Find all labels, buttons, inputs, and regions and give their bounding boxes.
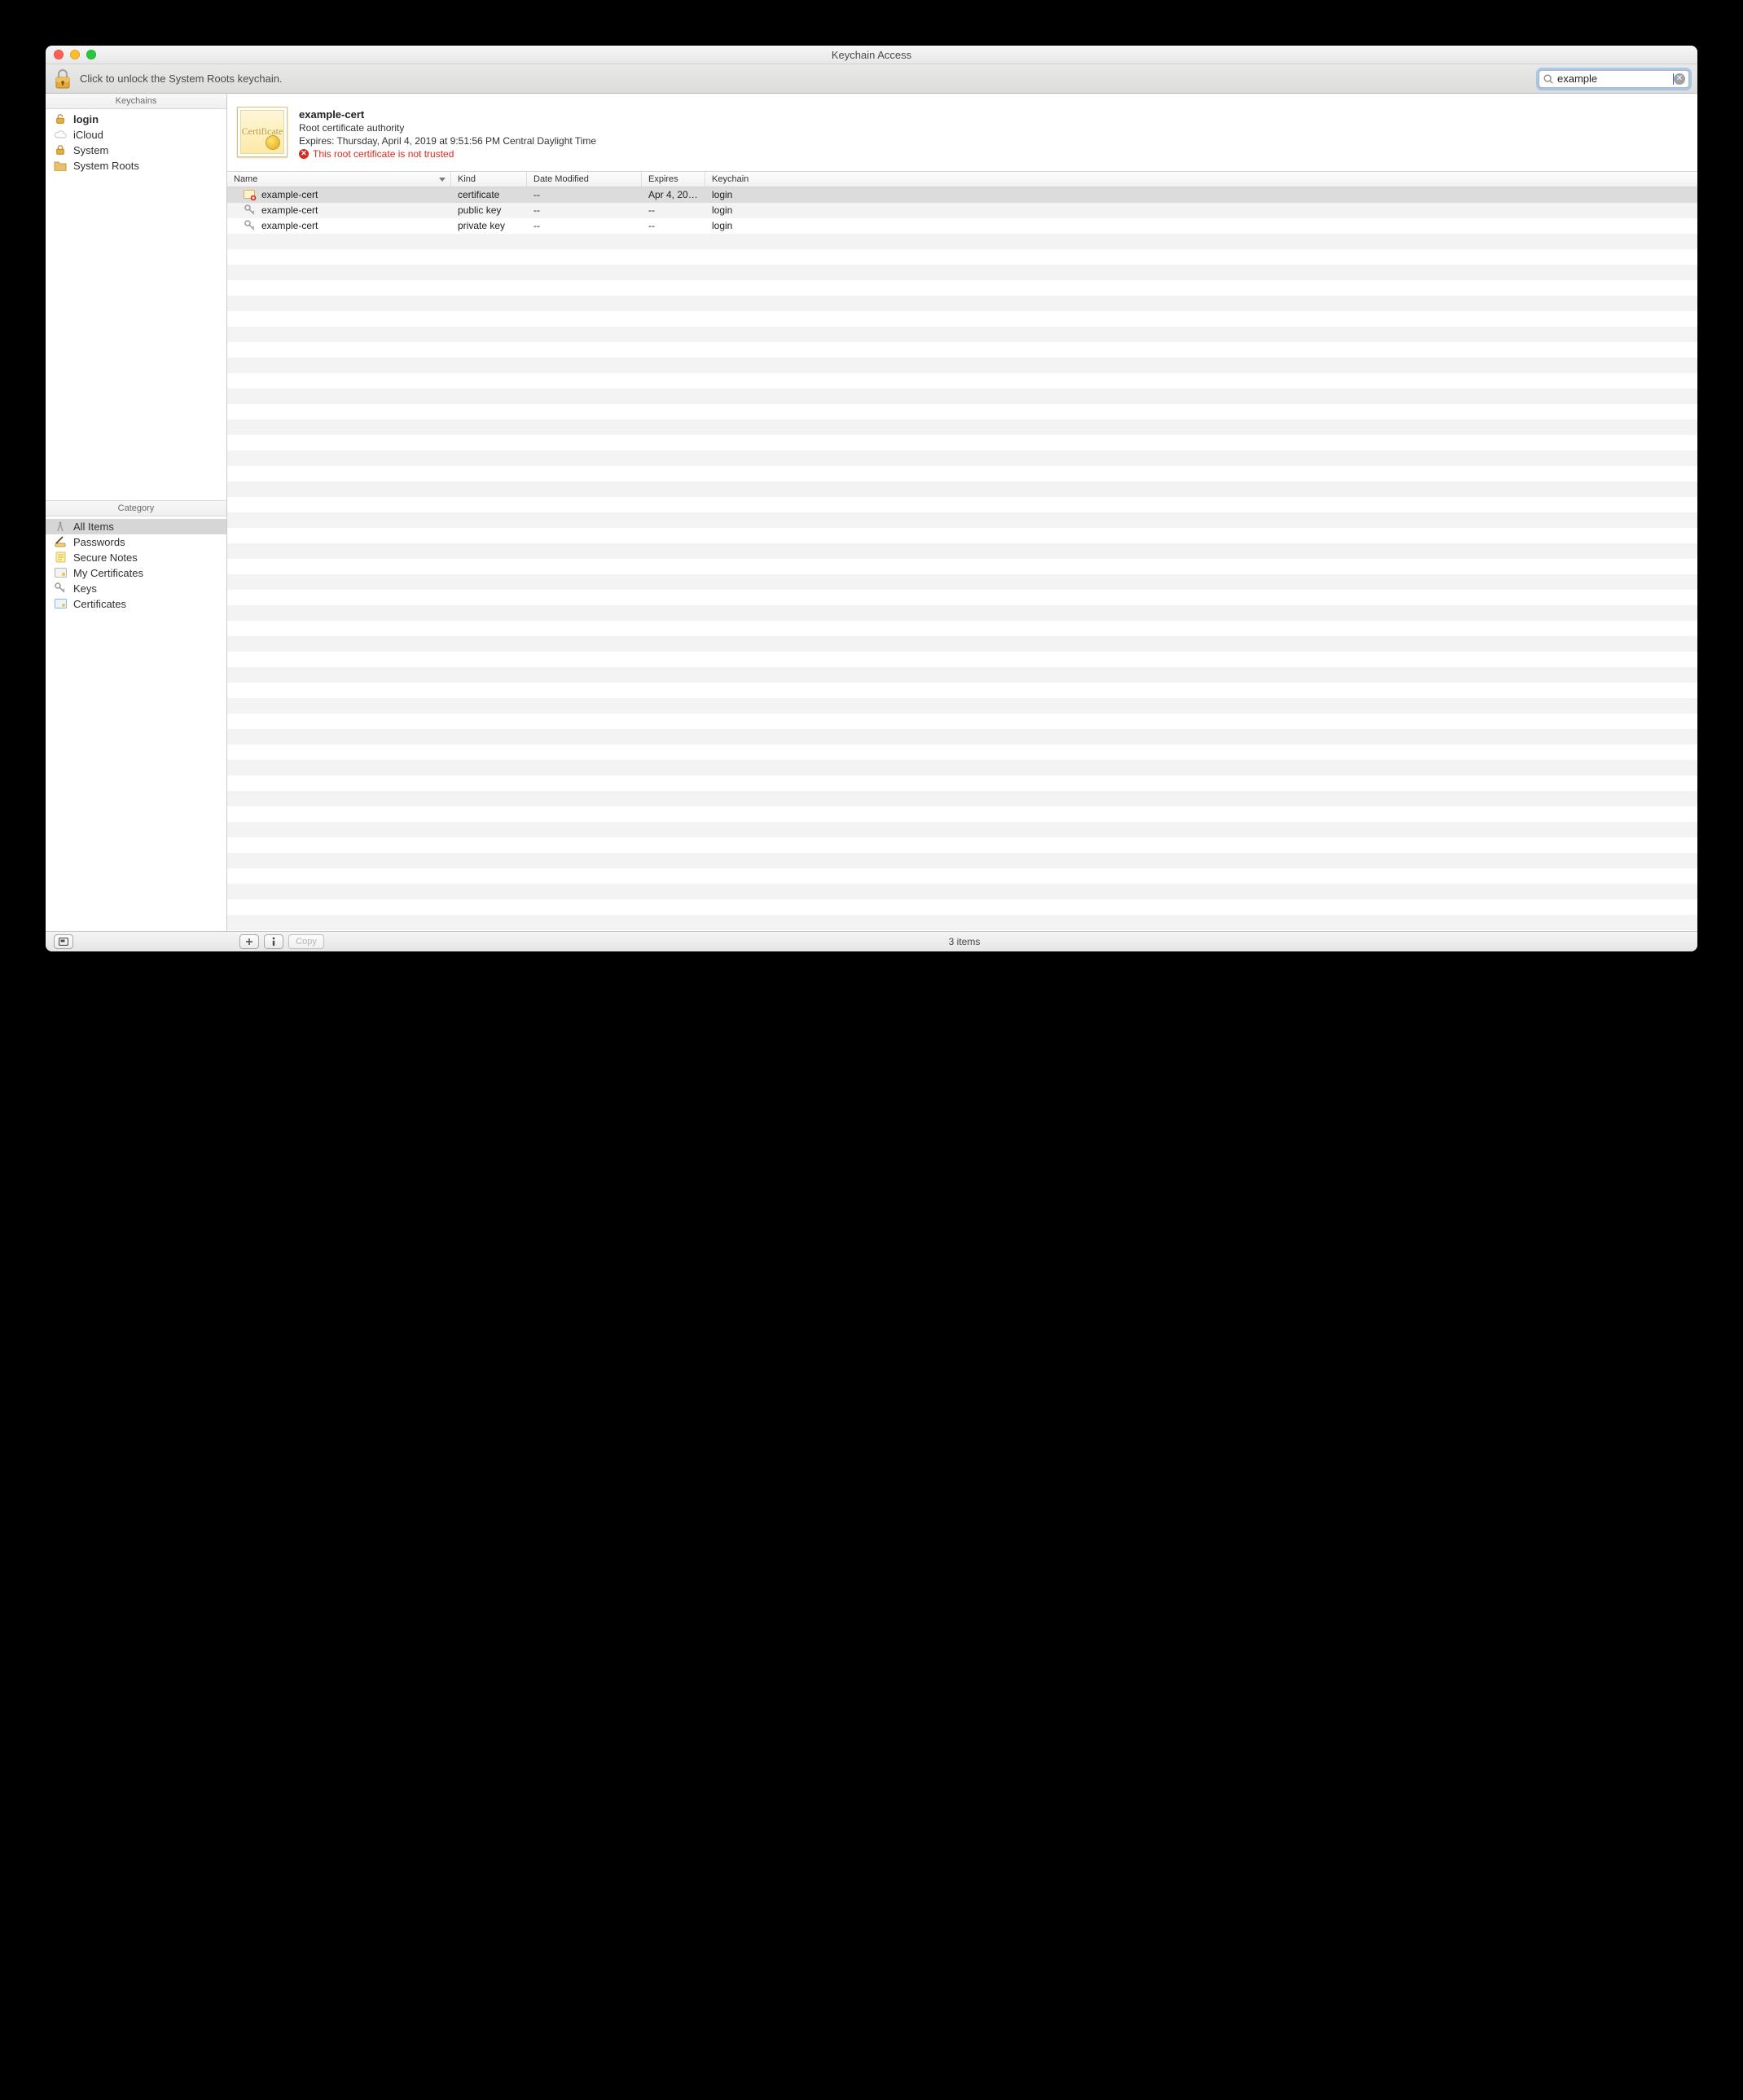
- col-kind[interactable]: Kind: [451, 172, 527, 187]
- category-label: All Items: [73, 521, 114, 533]
- search-text: example: [1554, 72, 1673, 85]
- items-table: Name Kind Date Modified Expires Keychain: [227, 172, 1697, 931]
- cell-modified: --: [527, 220, 642, 231]
- category-header: Category: [46, 501, 226, 516]
- category-keys[interactable]: Keys: [46, 581, 226, 596]
- category-secure-notes[interactable]: Secure Notes: [46, 550, 226, 565]
- copy-label: Copy: [296, 937, 317, 947]
- clear-search-button[interactable]: ✕: [1674, 73, 1685, 85]
- keychain-label: System: [73, 144, 108, 156]
- table-row[interactable]: example-cert private key -- -- login: [227, 218, 1697, 234]
- col-modified[interactable]: Date Modified: [527, 172, 642, 187]
- detail-pane: Certificate example-cert Root certificat…: [227, 94, 1697, 172]
- certificate-icon: [54, 597, 67, 610]
- keychains-header: Keychains: [46, 94, 226, 109]
- cell-expires: Apr 4, 2019…: [642, 189, 705, 200]
- cell-kind: public key: [451, 204, 527, 216]
- category-label: Passwords: [73, 536, 125, 548]
- category-label: Certificates: [73, 598, 126, 610]
- keychain-label: login: [73, 113, 99, 125]
- trust-warning-text: This root certificate is not trusted: [313, 148, 454, 160]
- cell-name: example-cert: [261, 204, 318, 216]
- note-icon: [54, 551, 67, 564]
- detail-subtitle: Root certificate authority: [299, 122, 596, 134]
- search-icon: [1543, 73, 1554, 85]
- cell-expires: --: [642, 204, 705, 216]
- keychain-label: System Roots: [73, 160, 139, 172]
- status-bar: Copy 3 items: [46, 931, 1697, 951]
- table-header: Name Kind Date Modified Expires Keychain: [227, 172, 1697, 187]
- toolbar: Click to unlock the System Roots keychai…: [46, 64, 1697, 93]
- detail-title: example-cert: [299, 108, 596, 121]
- table-row[interactable]: example-cert certificate -- Apr 4, 2019……: [227, 187, 1697, 203]
- info-button[interactable]: [264, 934, 283, 949]
- keychain-system-roots[interactable]: System Roots: [46, 158, 226, 174]
- keychain-login[interactable]: login: [46, 112, 226, 127]
- search-input[interactable]: example ✕: [1539, 70, 1689, 88]
- cell-keychain: login: [705, 189, 1697, 200]
- cell-name: example-cert: [261, 189, 318, 200]
- detail-expires: Expires: Thursday, April 4, 2019 at 9:51…: [299, 135, 596, 147]
- category-label: Secure Notes: [73, 551, 138, 564]
- category-all-items[interactable]: All Items: [46, 519, 226, 534]
- key-icon: [244, 219, 257, 232]
- category-certificates[interactable]: Certificates: [46, 596, 226, 612]
- seal-icon: [266, 135, 280, 150]
- key-icon: [54, 582, 67, 595]
- toolbar-hint: Click to unlock the System Roots keychai…: [80, 72, 283, 85]
- cell-name: example-cert: [261, 220, 318, 231]
- category-label: Keys: [73, 582, 97, 595]
- folder-icon: [54, 159, 67, 172]
- key-icon: [244, 204, 257, 217]
- col-name[interactable]: Name: [227, 172, 451, 187]
- cell-kind: certificate: [451, 189, 527, 200]
- col-expires[interactable]: Expires: [642, 172, 705, 187]
- cell-kind: private key: [451, 220, 527, 231]
- table-row[interactable]: example-cert public key -- -- login: [227, 203, 1697, 218]
- col-keychain[interactable]: Keychain: [705, 172, 1697, 187]
- add-button[interactable]: [239, 934, 259, 949]
- category-my-certificates[interactable]: My Certificates: [46, 565, 226, 581]
- certificate-thumbnail: Certificate: [237, 107, 288, 157]
- keychain-icloud[interactable]: iCloud: [46, 127, 226, 143]
- trust-warning: ✕ This root certificate is not trusted: [299, 148, 596, 160]
- zoom-window-button[interactable]: [86, 50, 96, 59]
- keychain-label: iCloud: [73, 129, 103, 141]
- certificate-error-icon: [244, 188, 257, 201]
- locked-icon: [54, 143, 67, 156]
- titlebar: Keychain Access: [46, 46, 1697, 64]
- copy-button[interactable]: Copy: [288, 934, 324, 949]
- minimize-window-button[interactable]: [70, 50, 80, 59]
- cell-modified: --: [527, 204, 642, 216]
- password-icon: [54, 535, 67, 548]
- unlocked-icon: [54, 112, 67, 125]
- keychain-system[interactable]: System: [46, 143, 226, 158]
- category-label: My Certificates: [73, 567, 143, 579]
- window-title: Keychain Access: [46, 49, 1697, 61]
- error-icon: ✕: [299, 149, 309, 159]
- item-count: 3 items: [239, 936, 1689, 947]
- cell-modified: --: [527, 189, 642, 200]
- compass-icon: [54, 520, 67, 533]
- cell-expires: --: [642, 220, 705, 231]
- cloud-icon: [54, 128, 67, 141]
- cell-keychain: login: [705, 220, 1697, 231]
- close-window-button[interactable]: [54, 50, 64, 59]
- certificate-icon: [54, 566, 67, 579]
- lock-icon[interactable]: [54, 68, 72, 90]
- cell-keychain: login: [705, 204, 1697, 216]
- category-passwords[interactable]: Passwords: [46, 534, 226, 550]
- toggle-detail-button[interactable]: [54, 934, 73, 949]
